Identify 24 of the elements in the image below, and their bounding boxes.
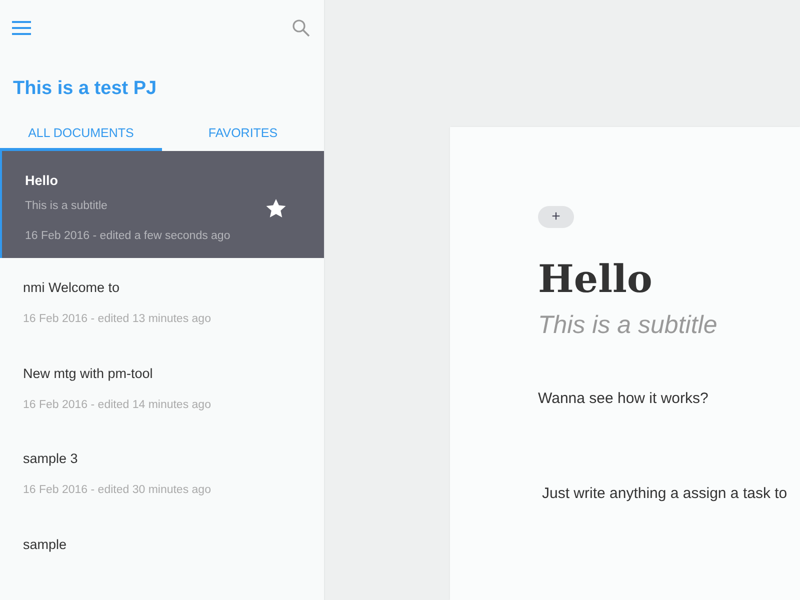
- document-item[interactable]: sample: [0, 514, 324, 600]
- document-heading: Hello: [538, 256, 654, 301]
- paragraph: Wanna see how it works?: [538, 390, 710, 407]
- document-title: Hello: [25, 172, 58, 188]
- document-item[interactable]: nmi Welcome to 16 Feb 2016 - edited 13 minutes ago: [0, 258, 324, 344]
- star-icon[interactable]: [266, 198, 286, 218]
- search-icon[interactable]: [292, 18, 310, 37]
- document-item[interactable]: New mtg with pm-tool 16 Feb 2016 - edited 14 minutes ago: [0, 344, 324, 430]
- document-subheading: This is a subtitle: [538, 311, 718, 340]
- document-title: sample 3: [23, 451, 78, 466]
- add-button[interactable]: +: [538, 206, 574, 228]
- menu-icon[interactable]: [12, 20, 31, 35]
- document-item[interactable]: sample 3 16 Feb 2016 - edited 30 minutes ago: [0, 429, 324, 515]
- document-date: 16 Feb 2016 - edited 30 minutes ago: [23, 484, 211, 496]
- document-item[interactable]: Hello This is a subtitle 16 Feb 2016 - edited a few seconds ago: [0, 150, 324, 258]
- document-date: 16 Feb 2016 - edited 13 minutes ago: [23, 313, 211, 326]
- document-title: New mtg with pm-tool: [23, 366, 153, 381]
- document-date: 16 Feb 2016 - edited a few seconds ago: [25, 230, 230, 242]
- document-title: sample: [23, 536, 67, 552]
- paragraph: Just write anything a assign a task to: [541, 485, 788, 502]
- project-title: This is a test PJ: [13, 78, 158, 100]
- document-date: 16 Feb 2016 - edited 14 minutes ago: [23, 398, 211, 411]
- document-subtitle: This is a subtitle: [25, 200, 108, 212]
- document-title: nmi Welcome to: [23, 280, 120, 296]
